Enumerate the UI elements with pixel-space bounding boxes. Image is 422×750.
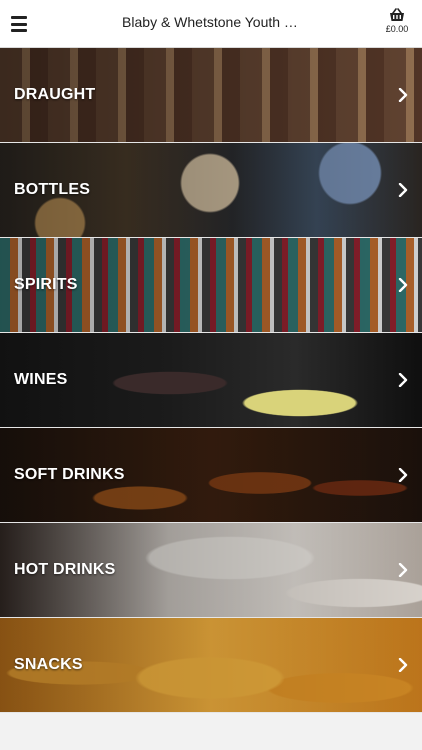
category-label: DRAUGHT [14,86,96,103]
app-header: Blaby & Whetstone Youth … £0.00 [0,0,422,48]
menu-bar [11,16,27,19]
chevron-right-icon [398,183,408,197]
menu-bar [11,29,27,32]
empty-footer-area [0,713,422,750]
category-hot-drinks[interactable]: HOT DRINKS [0,523,422,618]
basket-total: £0.00 [385,24,409,34]
category-snacks[interactable]: SNACKS [0,618,422,713]
category-spirits[interactable]: SPIRITS [0,238,422,333]
chevron-right-icon [398,373,408,387]
category-label: SOFT DRINKS [14,466,125,483]
chevron-right-icon [398,278,408,292]
category-label: WINES [14,371,68,388]
page-title: Blaby & Whetstone Youth … [122,14,298,30]
category-bottles[interactable]: BOTTLES [0,143,422,238]
chevron-right-icon [398,88,408,102]
category-soft-drinks[interactable]: SOFT DRINKS [0,428,422,523]
category-label: SNACKS [14,656,83,673]
chevron-right-icon [398,468,408,482]
chevron-right-icon [398,658,408,672]
category-label: BOTTLES [14,181,91,198]
category-label: HOT DRINKS [14,561,116,578]
category-label: SPIRITS [14,276,78,293]
category-draught[interactable]: DRAUGHT [0,48,422,143]
category-wines[interactable]: WINES [0,333,422,428]
shopping-basket-icon [390,8,404,21]
category-list: DRAUGHT BOTTLES SPIRITS WINES SOFT DRINK… [0,48,422,713]
chevron-right-icon [398,563,408,577]
menu-button[interactable] [11,14,27,34]
basket-button[interactable]: £0.00 [382,8,412,40]
menu-bar [11,22,27,26]
